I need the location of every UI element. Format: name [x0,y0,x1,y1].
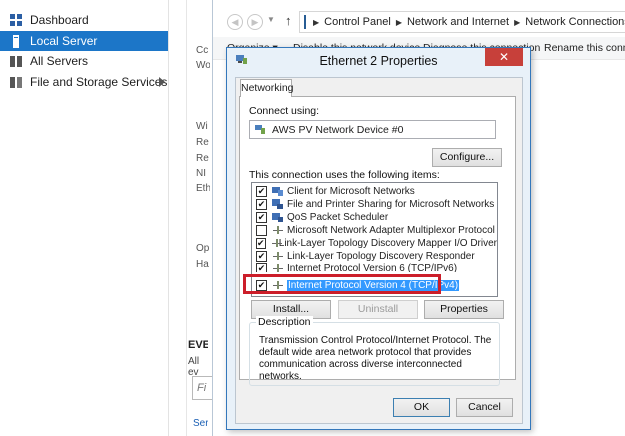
protocol-icon [272,263,284,272]
property-fragment: Op [196,243,210,254]
storage-icon [10,76,23,89]
dashboard-icon [10,13,23,27]
forward-icon[interactable]: ▶ [247,14,263,30]
checkbox[interactable]: ✔ [256,186,267,197]
events-title: EVE [188,339,208,351]
description-text: Transmission Control Protocol/Internet P… [259,335,492,382]
checkbox[interactable] [256,225,267,236]
filter-placeholder: Fi [197,382,207,394]
server-icon [10,34,23,48]
uninstall-button[interactable]: Uninstall [338,300,418,319]
property-fragment: Cc [196,45,209,56]
chevron-right-icon: ▶ [514,17,521,27]
protocol-icon [272,225,284,236]
sidebar-item-label: All Servers [30,54,89,68]
ok-button[interactable]: OK [393,398,450,417]
panel-divider [186,0,187,436]
chevron-right-icon: ▶ [395,17,402,27]
sidebar-item-label: Local Server [30,34,98,48]
file-printer-icon [272,199,284,210]
checkbox[interactable]: ✔ [256,251,267,262]
device-name: AWS PV Network Device #0 [272,123,404,136]
item-label: Link-Layer Topology Discovery Mapper I/O… [278,238,497,249]
list-item[interactable]: ✔ Link-Layer Topology Discovery Mapper I… [252,237,497,250]
item-label: Link-Layer Topology Discovery Responder [287,251,475,262]
sidebar-item-label: File and Storage Services [30,75,168,89]
device-field: AWS PV Network Device #0 [249,120,496,139]
events-subtitle: All ev [188,356,200,378]
events-link[interactable]: Ser [193,418,208,429]
item-label: QoS Packet Scheduler [287,212,389,223]
property-fragment: Re [196,137,209,148]
address-bar[interactable]: ▶ Control Panel ▶ Network and Internet ▶… [299,11,625,33]
item-label: Internet Protocol Version 6 (TCP/IPv6) [287,263,458,272]
properties-button[interactable]: Properties [424,300,504,319]
property-fragment: Ha [196,259,209,270]
property-fragment: Eth [196,183,210,194]
annotation-highlight-box [243,274,441,294]
protocol-icon [271,238,282,249]
list-item[interactable]: ✔ Internet Protocol Version 6 (TCP/IPv6) [252,263,497,272]
sidebar-item-label: Dashboard [30,13,89,27]
item-label: Microsoft Network Adapter Multiplexor Pr… [287,225,495,236]
item-label: File and Printer Sharing for Microsoft N… [287,199,495,210]
control-panel-icon [304,15,306,29]
list-item[interactable]: ✔ QoS Packet Scheduler [252,211,497,224]
breadcrumb-item[interactable]: Network and Internet [407,16,509,28]
list-item[interactable]: ✔ Client for Microsoft Networks [252,185,497,198]
item-label: Client for Microsoft Networks [287,186,415,197]
server-manager-sidebar: Dashboard Local Server All Servers File … [0,0,169,436]
list-item[interactable]: ✔ Link-Layer Topology Discovery Responde… [252,250,497,263]
back-icon[interactable]: ◀ [227,14,243,30]
list-item[interactable]: Microsoft Network Adapter Multiplexor Pr… [252,224,497,237]
breadcrumb-item[interactable]: Network Connections [525,16,625,28]
qos-icon [272,212,284,223]
sidebar-item-local-server[interactable]: Local Server [0,31,168,51]
sidebar-item-dashboard[interactable]: Dashboard [0,10,168,30]
chevron-right-icon: ▶ [313,17,320,27]
cancel-button[interactable]: Cancel [456,398,513,417]
description-legend: Description [256,316,313,328]
connect-using-label: Connect using: [249,105,320,117]
sidebar-item-file-storage[interactable]: File and Storage Services [0,72,168,92]
up-arrow-icon[interactable]: ↑ [285,13,292,28]
property-fragment: Re [196,153,209,164]
tab-networking[interactable]: Networking [240,79,294,97]
property-fragment: Wi [196,121,208,132]
property-fragment: NI [196,168,206,179]
checkbox[interactable]: ✔ [256,263,267,272]
list-item[interactable]: ✔ File and Printer Sharing for Microsoft… [252,198,497,211]
checkbox[interactable]: ✔ [256,238,266,249]
rename-button[interactable]: Rename this connect [544,42,625,54]
breadcrumb-item[interactable]: Control Panel [324,16,391,28]
history-dropdown-icon[interactable]: ▼ [267,15,275,24]
servers-icon [10,55,23,68]
client-icon [272,186,284,197]
explorer-navbar: ◀ ▶ ▼ ↑ ▶ Control Panel ▶ Network and In… [213,11,625,33]
property-fragment: Wo [196,60,210,71]
protocol-icon [272,251,284,262]
checkbox[interactable]: ✔ [256,212,267,223]
items-label: This connection uses the following items… [249,169,440,181]
close-button[interactable]: ✕ [485,48,523,66]
network-adapter-icon [254,124,266,135]
configure-button[interactable]: Configure... [432,148,502,167]
sidebar-item-all-servers[interactable]: All Servers [0,51,168,71]
checkbox[interactable]: ✔ [256,199,267,210]
chevron-right-icon[interactable] [159,77,165,87]
